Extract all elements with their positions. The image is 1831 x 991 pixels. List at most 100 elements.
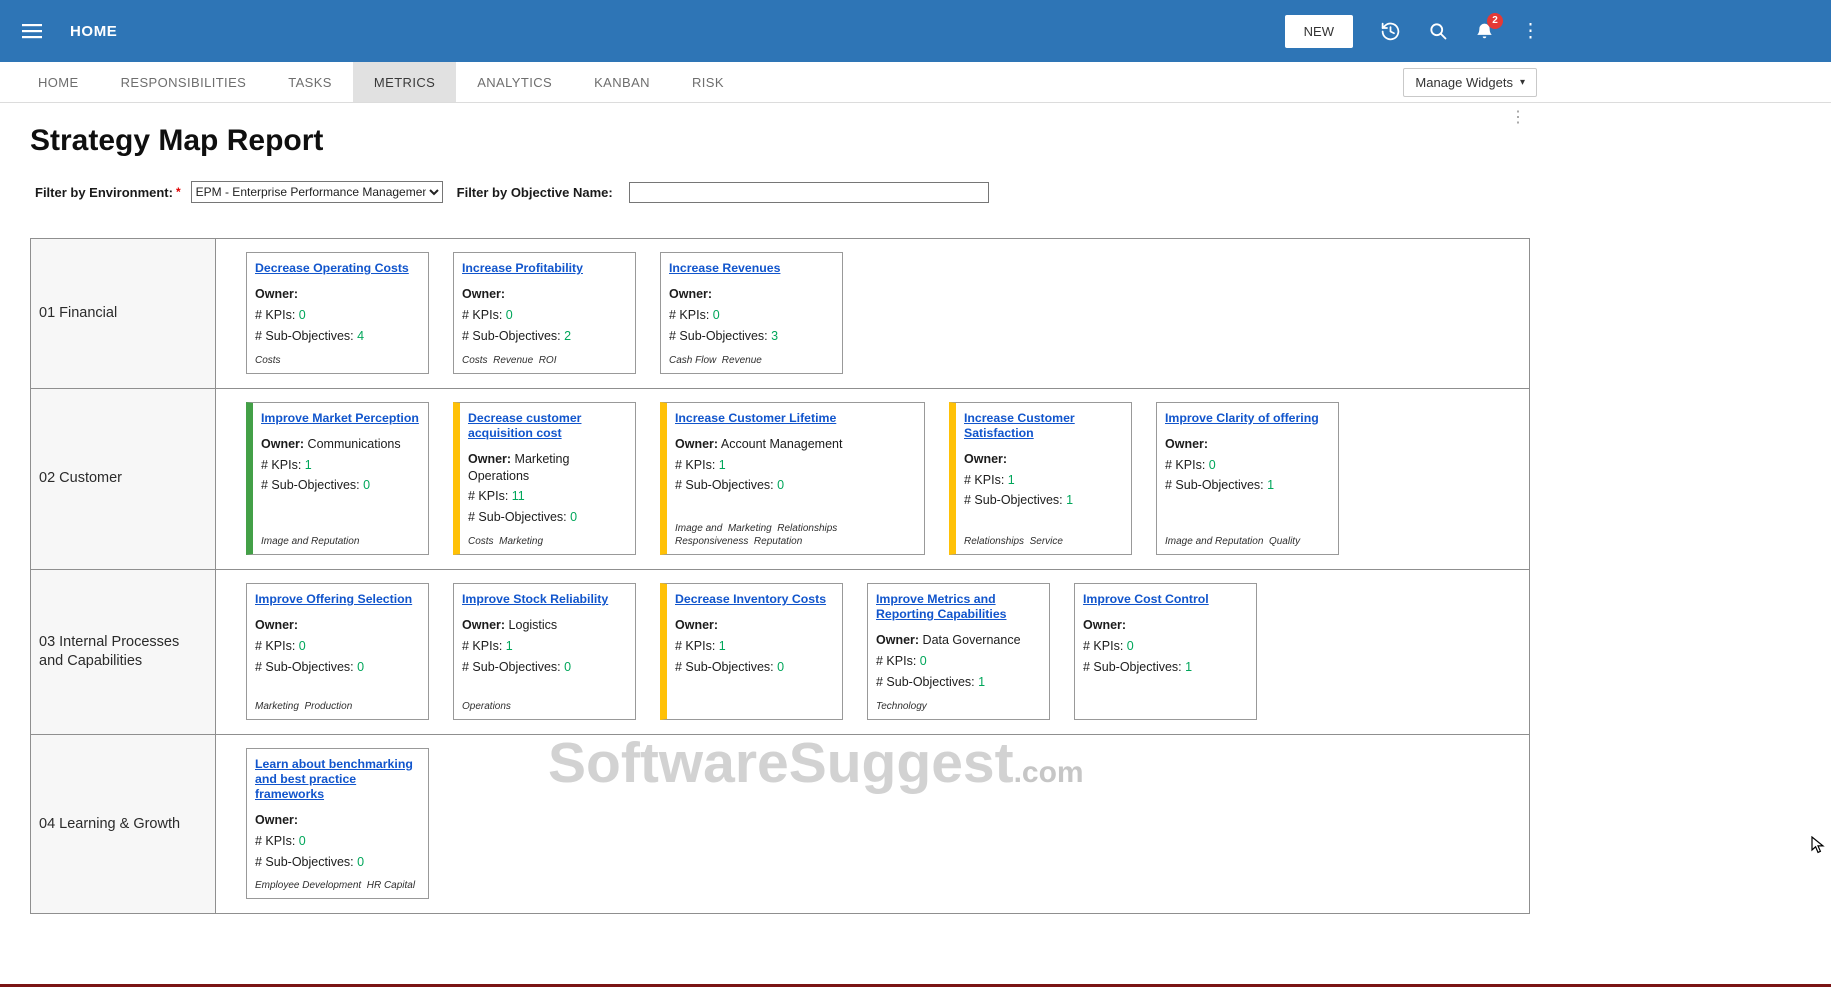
objective-tags: Relationships Service bbox=[964, 530, 1123, 548]
subs-label: # Sub-Objectives: bbox=[255, 855, 354, 869]
owner-label: Owner: bbox=[675, 618, 718, 632]
row-cards: Improve Offering Selection Owner: # KPIs:… bbox=[216, 570, 1529, 734]
subs-count: 3 bbox=[771, 329, 778, 343]
objective-link[interactable]: Improve Offering Selection bbox=[255, 592, 420, 607]
objective-link[interactable]: Learn about benchmarking and best practi… bbox=[255, 757, 420, 802]
objective-link[interactable]: Increase Profitability bbox=[462, 261, 627, 276]
owner-value: Data Governance bbox=[923, 633, 1021, 647]
owner-line: Owner: Communications bbox=[261, 436, 420, 453]
objective-link[interactable]: Increase Customer Satisfaction bbox=[964, 411, 1123, 441]
kpis-count: 1 bbox=[719, 639, 726, 653]
row-cards: Improve Market Perception Owner: Communic… bbox=[216, 389, 1529, 570]
owner-label: Owner: bbox=[964, 452, 1007, 466]
subs-label: # Sub-Objectives: bbox=[675, 478, 774, 492]
hamburger-menu-icon[interactable] bbox=[22, 23, 42, 39]
objective-card: Improve Stock Reliability Owner: Logistic… bbox=[453, 583, 636, 720]
kpis-count: 0 bbox=[299, 834, 306, 848]
subs-count: 1 bbox=[1066, 493, 1073, 507]
subs-label: # Sub-Objectives: bbox=[675, 660, 774, 674]
subs-label: # Sub-Objectives: bbox=[462, 660, 561, 674]
header-right: NEW 2 ⋮ bbox=[1285, 0, 1540, 62]
tab-analytics[interactable]: ANALYTICS bbox=[456, 62, 573, 102]
subs-count: 4 bbox=[357, 329, 364, 343]
objective-card: Decrease Operating CostsOwner: # KPIs: 0… bbox=[246, 252, 429, 374]
owner-label: Owner: bbox=[255, 618, 298, 632]
row-label: 04 Learning & Growth bbox=[31, 735, 216, 914]
objective-link[interactable]: Decrease Operating Costs bbox=[255, 261, 420, 276]
required-marker: * bbox=[176, 185, 181, 199]
subs-count: 0 bbox=[570, 510, 577, 524]
manage-widgets-button[interactable]: Manage Widgets ▾ bbox=[1403, 68, 1537, 97]
owner-line: Owner: Logistics bbox=[462, 617, 627, 634]
tab-metrics[interactable]: METRICS bbox=[353, 62, 456, 102]
objective-link[interactable]: Improve Market Perception bbox=[261, 411, 420, 426]
owner-label: Owner: bbox=[255, 813, 298, 827]
owner-line: Owner: bbox=[255, 286, 420, 303]
search-icon[interactable] bbox=[1428, 21, 1448, 41]
objective-tags: Costs bbox=[255, 349, 420, 367]
objective-link[interactable]: Decrease Inventory Costs bbox=[675, 592, 834, 607]
tab-home[interactable]: HOME bbox=[17, 62, 100, 102]
kpis-count: 11 bbox=[512, 489, 525, 503]
owner-line: Owner: Account Management bbox=[675, 436, 916, 453]
objective-tags: Costs Marketing bbox=[468, 530, 627, 548]
objective-card: Increase Customer Lifetime Owner: Account… bbox=[660, 402, 925, 556]
kpis-count: 0 bbox=[920, 654, 927, 668]
subs-line: # Sub-Objectives: 4 bbox=[255, 328, 420, 345]
tab-kanban[interactable]: KANBAN bbox=[573, 62, 671, 102]
objective-tags bbox=[1083, 708, 1248, 713]
kpis-line: # KPIs: 11 bbox=[468, 488, 627, 505]
subs-line: # Sub-Objectives: 0 bbox=[675, 659, 834, 676]
objective-link[interactable]: Improve Metrics and Reporting Capabiliti… bbox=[876, 592, 1041, 622]
objective-link[interactable]: Improve Stock Reliability bbox=[462, 592, 627, 607]
kpis-label: # KPIs: bbox=[462, 639, 502, 653]
bottom-border bbox=[0, 984, 1831, 987]
kpis-count: 1 bbox=[305, 458, 312, 472]
objective-link[interactable]: Decrease customer acquisition cost bbox=[468, 411, 627, 441]
objective-card: Improve Metrics and Reporting Capabiliti… bbox=[867, 583, 1050, 720]
owner-line: Owner: Marketing Operations bbox=[468, 451, 627, 485]
overflow-menu-icon[interactable]: ⋮ bbox=[1521, 22, 1540, 41]
kpis-line: # KPIs: 1 bbox=[261, 457, 420, 474]
row-cards: Learn about benchmarking and best practi… bbox=[216, 735, 1529, 914]
history-icon[interactable] bbox=[1380, 21, 1401, 42]
objective-card: Learn about benchmarking and best practi… bbox=[246, 748, 429, 900]
objective-link[interactable]: Increase Revenues bbox=[669, 261, 834, 276]
widget-menu-icon[interactable]: ⋮ bbox=[1510, 110, 1526, 126]
subs-label: # Sub-Objectives: bbox=[1083, 660, 1182, 674]
kpis-label: # KPIs: bbox=[1165, 458, 1205, 472]
subs-count: 1 bbox=[1185, 660, 1192, 674]
tab-responsibilities[interactable]: RESPONSIBILITIES bbox=[100, 62, 268, 102]
tab-tasks[interactable]: TASKS bbox=[267, 62, 353, 102]
subs-label: # Sub-Objectives: bbox=[876, 675, 975, 689]
owner-label: Owner: bbox=[1083, 618, 1126, 632]
objective-name-input[interactable] bbox=[629, 182, 989, 203]
kpis-line: # KPIs: 0 bbox=[669, 307, 834, 324]
objective-link[interactable]: Increase Customer Lifetime bbox=[675, 411, 916, 426]
subs-label: # Sub-Objectives: bbox=[261, 478, 360, 492]
tab-bar: HOMERESPONSIBILITIESTASKSMETRICSANALYTIC… bbox=[0, 62, 1831, 103]
notifications-bell-icon[interactable]: 2 bbox=[1475, 21, 1494, 42]
objective-link[interactable]: Improve Cost Control bbox=[1083, 592, 1248, 607]
subs-label: # Sub-Objectives: bbox=[255, 329, 354, 343]
strategy-row: 04 Learning & Growth Learn about benchmar… bbox=[31, 735, 1529, 914]
strategy-row: 01 FinancialDecrease Operating CostsOwne… bbox=[31, 239, 1529, 389]
new-button[interactable]: NEW bbox=[1285, 15, 1353, 48]
kpis-count: 0 bbox=[1127, 639, 1134, 653]
subs-line: # Sub-Objectives: 0 bbox=[462, 659, 627, 676]
subs-line: # Sub-Objectives: 0 bbox=[261, 477, 420, 494]
kpis-line: # KPIs: 0 bbox=[876, 653, 1041, 670]
objective-tags: Operations bbox=[462, 695, 627, 713]
owner-line: Owner: bbox=[669, 286, 834, 303]
kpis-count: 1 bbox=[719, 458, 726, 472]
owner-label: Owner: bbox=[462, 287, 505, 301]
objective-card: Improve Market Perception Owner: Communic… bbox=[246, 402, 429, 556]
kpis-count: 0 bbox=[506, 308, 513, 322]
environment-filter-select[interactable]: EPM - Enterprise Performance Management bbox=[191, 181, 443, 203]
subs-line: # Sub-Objectives: 1 bbox=[964, 492, 1123, 509]
subs-line: # Sub-Objectives: 0 bbox=[675, 477, 916, 494]
objective-link[interactable]: Improve Clarity of offering bbox=[1165, 411, 1330, 426]
tab-risk[interactable]: RISK bbox=[671, 62, 745, 102]
strategy-map-table: 01 FinancialDecrease Operating CostsOwne… bbox=[30, 238, 1530, 914]
kpis-label: # KPIs: bbox=[1083, 639, 1123, 653]
